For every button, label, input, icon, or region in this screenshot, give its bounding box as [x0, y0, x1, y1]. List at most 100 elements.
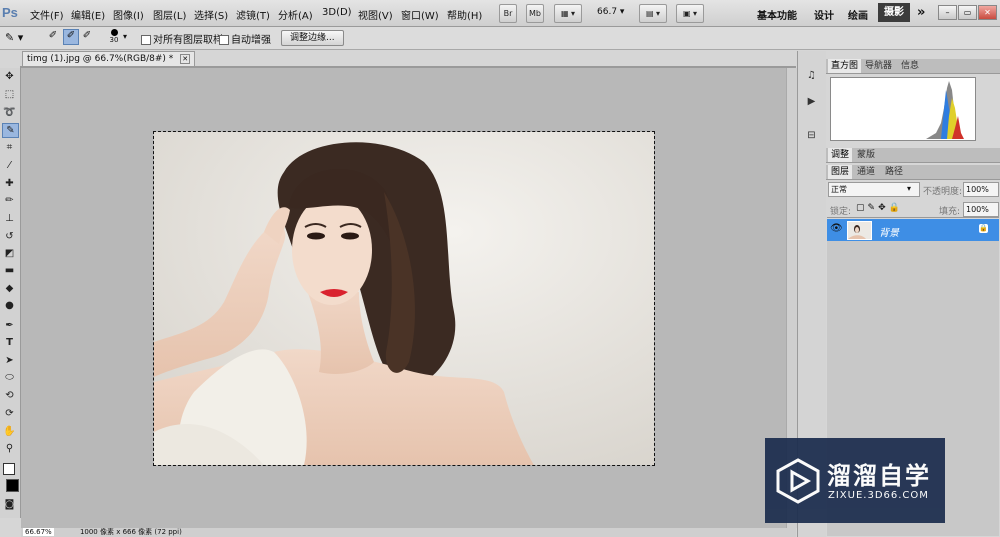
lock-icons[interactable]: ▢✎✥🔒	[856, 203, 903, 213]
status-zoom[interactable]: 66.67%	[23, 528, 54, 536]
adjustments-tab-bar: 调整 蒙版	[826, 148, 1000, 163]
sample-all-layers-label: 对所有图层取样	[153, 35, 223, 46]
menu-view[interactable]: 视图(V)	[358, 7, 393, 22]
3d-orbit-tool-icon[interactable]: ⟳	[2, 407, 17, 420]
menu-analysis[interactable]: 分析(A)	[278, 7, 313, 22]
opacity-label: 不透明度:	[923, 187, 963, 197]
visibility-eye-icon[interactable]: 👁	[830, 223, 843, 234]
tab-histogram[interactable]: 直方图	[828, 59, 862, 73]
menu-edit[interactable]: 编辑(E)	[71, 7, 105, 22]
pen-tool-icon[interactable]: ✒	[2, 319, 17, 332]
close-window-button[interactable]: ✕	[978, 5, 997, 20]
add-to-selection-mode[interactable]: ✐	[63, 29, 79, 45]
histogram-graph	[830, 77, 976, 141]
layer-thumbnail	[847, 221, 872, 240]
history-brush-tool-icon[interactable]: ↺	[2, 230, 17, 243]
blend-mode-arrow[interactable]: ▾	[907, 184, 911, 193]
menu-layer[interactable]: 图层(L)	[153, 7, 186, 22]
tab-info[interactable]: 信息	[898, 59, 922, 73]
gradient-tool-icon[interactable]: ▬	[2, 264, 17, 277]
layers-divider	[827, 217, 999, 218]
tab-layers[interactable]: 图层	[828, 165, 853, 179]
lock-position-icon[interactable]: ✥	[878, 203, 889, 213]
workspace-painting[interactable]: 绘画	[848, 7, 868, 22]
crop-tool-icon[interactable]: ⌗	[2, 141, 17, 154]
quick-selection-icon: ✎	[5, 31, 15, 44]
animation-panel-icon[interactable]: ▶	[804, 95, 819, 108]
lock-all-icon[interactable]: 🔒	[889, 203, 903, 213]
brush-size-value: 30	[109, 36, 119, 44]
zoom-tool-icon[interactable]: ⚲	[2, 442, 17, 455]
view-extras-dropdown[interactable]: ▦ ▾	[554, 4, 582, 23]
layer-name[interactable]: 背景	[879, 224, 899, 239]
brush-tool-icon[interactable]: ✏	[2, 194, 17, 207]
new-selection-mode[interactable]: ✐	[46, 30, 60, 44]
tab-masks[interactable]: 蒙版	[854, 148, 878, 162]
close-document-icon[interactable]: ✕	[180, 54, 191, 64]
dodge-tool-icon[interactable]: ●	[2, 299, 17, 312]
mini-bridge-button[interactable]: Mb	[526, 4, 544, 23]
status-document-info: 1000 像素 x 666 像素 (72 ppi)	[79, 528, 182, 536]
actions-panel-icon[interactable]: ♫	[804, 69, 819, 82]
background-color-swatch[interactable]	[3, 463, 15, 475]
menu-file[interactable]: 文件(F)	[30, 7, 64, 22]
clone-source-panel-icon[interactable]: ⊟	[804, 129, 819, 142]
3d-rotate-tool-icon[interactable]: ⟲	[2, 389, 17, 402]
arrange-documents-dropdown[interactable]: ▤ ▾	[639, 4, 667, 23]
layer-lock-icon: 🔒	[979, 224, 988, 233]
brush-size-picker[interactable]: 30	[107, 28, 121, 44]
healing-brush-tool-icon[interactable]: ✚	[2, 177, 17, 190]
menu-3d[interactable]: 3D(D)	[322, 7, 352, 18]
auto-enhance-checkbox[interactable]: 自动增强	[219, 31, 271, 46]
document-tab[interactable]: timg (1).jpg @ 66.7%(RGB/8#) * ✕	[22, 51, 196, 67]
foreground-color-swatch[interactable]	[6, 479, 19, 492]
tool-preset-picker[interactable]: ✎ ▾	[5, 31, 23, 44]
tab-paths[interactable]: 路径	[882, 165, 906, 179]
menu-help[interactable]: 帮助(H)	[447, 7, 482, 22]
move-tool-icon[interactable]: ✥	[2, 70, 17, 83]
lasso-tool-icon[interactable]: ➰	[2, 106, 17, 119]
blur-tool-icon[interactable]: ◆	[2, 282, 17, 295]
quick-mask-icon[interactable]: ◙	[2, 498, 17, 511]
tab-adjustments[interactable]: 调整	[828, 148, 853, 162]
screen-mode-dropdown[interactable]: ▣ ▾	[676, 4, 704, 23]
type-tool-icon[interactable]: T	[2, 336, 17, 349]
zoom-level[interactable]: 66.7 ▾	[597, 7, 624, 17]
eraser-tool-icon[interactable]: ◩	[2, 247, 17, 260]
subtract-selection-mode[interactable]: ✐	[80, 30, 94, 44]
opacity-value: 100%	[966, 185, 989, 194]
watermark-play-icon	[776, 458, 820, 504]
refine-edge-button[interactable]: 调整边缘...	[281, 30, 344, 46]
sample-all-layers-checkbox[interactable]: 对所有图层取样	[141, 31, 223, 46]
workspace-photography[interactable]: 摄影	[878, 3, 910, 22]
histogram-tab-bar: 直方图 导航器 信息	[826, 59, 1000, 74]
hand-tool-icon[interactable]: ✋	[2, 425, 17, 438]
marquee-tool-icon[interactable]: ⬚	[2, 88, 17, 101]
menu-select[interactable]: 选择(S)	[194, 7, 228, 22]
status-bar: 66.67% 1000 像素 x 666 像素 (72 ppi)	[21, 528, 796, 537]
lock-pixels-icon[interactable]: ✎	[868, 203, 879, 213]
shape-tool-icon[interactable]: ⬭	[2, 371, 17, 384]
opacity-field[interactable]: 100%	[963, 182, 999, 197]
eyedropper-tool-icon[interactable]: ⁄	[2, 159, 17, 172]
quick-selection-tool-icon[interactable]: ✎	[2, 123, 19, 138]
tab-channels[interactable]: 通道	[854, 165, 878, 179]
clone-stamp-tool-icon[interactable]: ⊥	[2, 212, 17, 225]
fill-value: 100%	[966, 205, 989, 214]
menu-window[interactable]: 窗口(W)	[401, 7, 439, 22]
bridge-button[interactable]: Br	[499, 4, 517, 23]
workspace-design[interactable]: 设计	[814, 7, 834, 22]
fill-field[interactable]: 100%	[963, 202, 999, 217]
menu-image[interactable]: 图像(I)	[113, 7, 144, 22]
menu-filter[interactable]: 滤镜(T)	[236, 7, 270, 22]
minimize-button[interactable]: –	[938, 5, 957, 20]
workspace-more-button[interactable]: »	[917, 5, 925, 20]
lock-transparency-icon[interactable]: ▢	[856, 203, 868, 213]
brush-size-arrow[interactable]: ▾	[123, 32, 127, 41]
workspace-essentials[interactable]: 基本功能	[757, 7, 797, 22]
path-selection-tool-icon[interactable]: ➤	[2, 354, 17, 367]
layers-tab-bar: 图层 通道 路径	[826, 165, 1000, 180]
restore-button[interactable]: ▭	[958, 5, 977, 20]
tab-navigator[interactable]: 导航器	[862, 59, 895, 73]
layer-row-background[interactable]: 👁 背景 🔒	[827, 219, 999, 241]
